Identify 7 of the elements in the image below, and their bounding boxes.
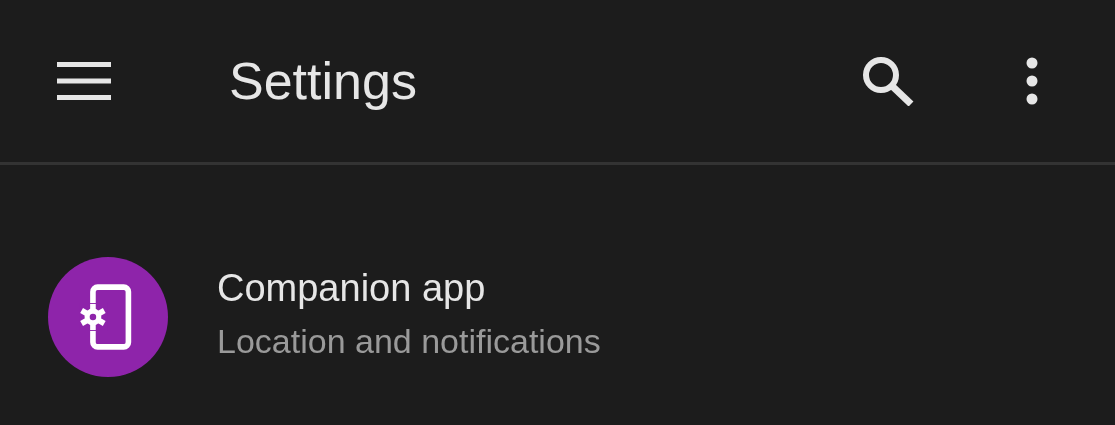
app-bar-title: Settings	[229, 51, 418, 111]
settings-item[interactable]: Companion app Location and notifications	[0, 165, 1115, 377]
item-title: Companion app	[217, 267, 487, 310]
more-options-icon[interactable]	[1026, 57, 1038, 105]
menu-icon[interactable]	[57, 62, 111, 100]
item-subtitle: Location and notifications	[217, 322, 601, 361]
search-icon[interactable]	[862, 56, 914, 106]
